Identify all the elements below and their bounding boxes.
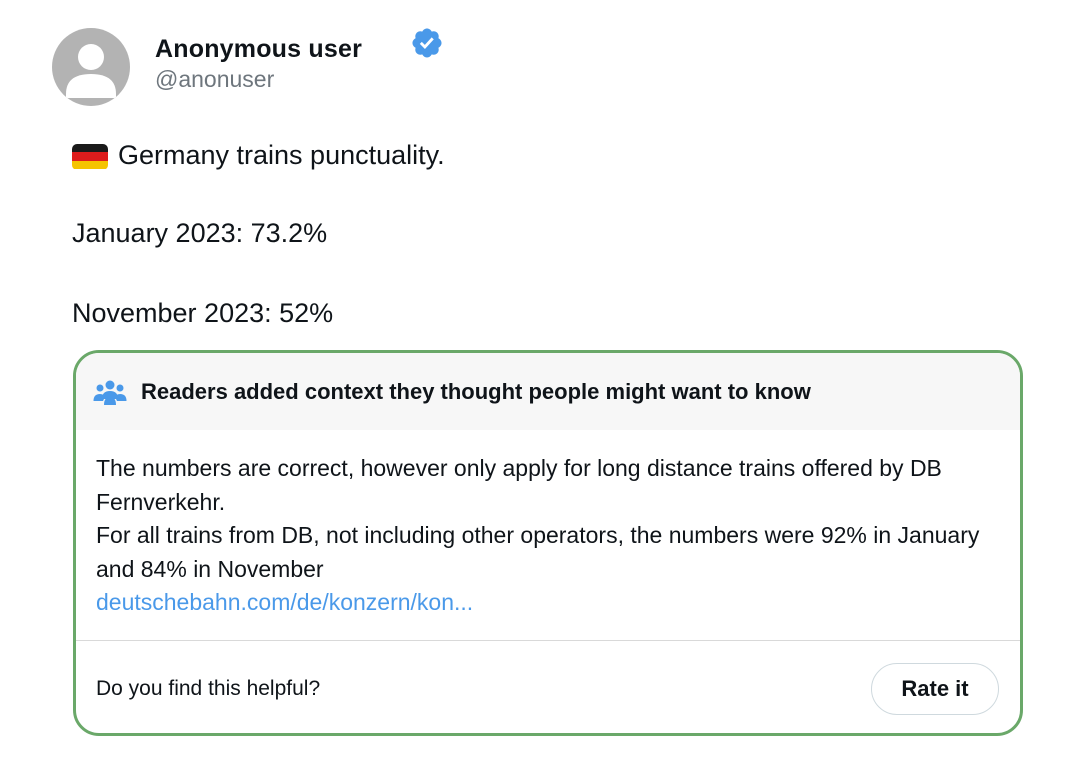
tweet-line-january: January 2023: 73.2% xyxy=(72,218,328,248)
note-body-paragraph-1: The numbers are correct, however only ap… xyxy=(96,455,942,515)
community-note-card: Readers added context they thought peopl… xyxy=(73,350,1023,736)
rate-it-button[interactable]: Rate it xyxy=(871,663,999,715)
tweet-line-title: Germany trains punctuality. xyxy=(72,140,445,171)
user-handle[interactable]: @anonuser xyxy=(155,66,274,93)
germany-flag-icon xyxy=(72,143,108,170)
note-source-link[interactable]: deutschebahn.com/de/konzern/kon... xyxy=(96,589,473,615)
tweet-title-text: Germany trains punctuality. xyxy=(118,140,445,170)
note-body-paragraph-2: For all trains from DB, not including ot… xyxy=(96,522,980,582)
tweet-line-november: November 2023: 52% xyxy=(72,298,334,328)
people-icon xyxy=(93,379,127,405)
display-name[interactable]: Anonymous user xyxy=(155,35,362,64)
community-note-header: Readers added context they thought peopl… xyxy=(76,353,1020,430)
community-note-footer: Do you find this helpful? Rate it xyxy=(76,641,1020,733)
community-note-title: Readers added context they thought peopl… xyxy=(141,378,811,404)
helpful-prompt: Do you find this helpful? xyxy=(96,677,321,700)
default-avatar-icon xyxy=(66,44,116,98)
community-note-body: The numbers are correct, however only ap… xyxy=(76,430,1020,640)
verified-badge-icon[interactable] xyxy=(410,26,444,60)
avatar[interactable] xyxy=(52,28,130,106)
